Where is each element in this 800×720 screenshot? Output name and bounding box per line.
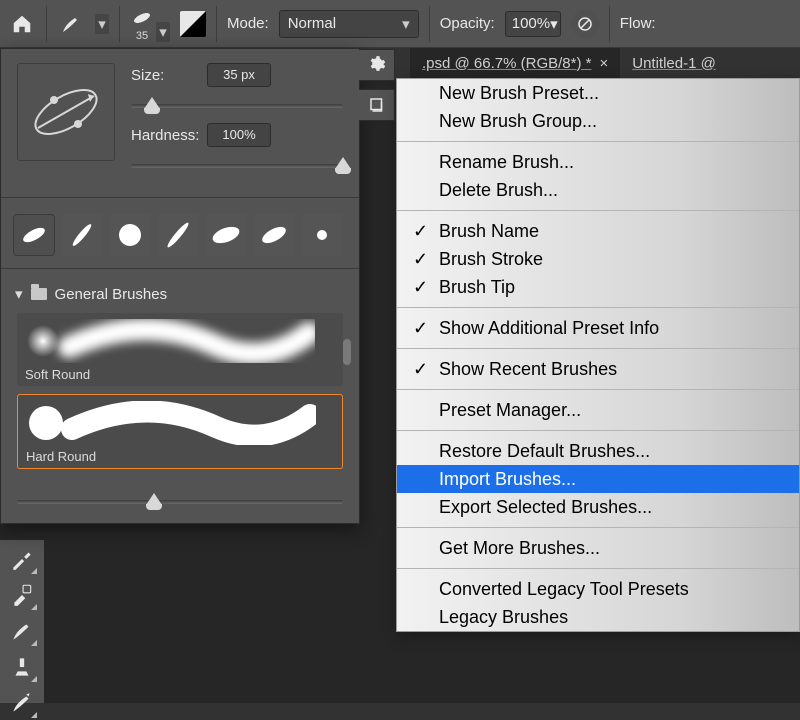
menu-item[interactable]: Rename Brush... bbox=[397, 148, 799, 176]
tool-preset-picker[interactable] bbox=[57, 10, 85, 38]
chevron-down-icon: ▾ bbox=[550, 15, 558, 33]
recent-brush[interactable] bbox=[205, 214, 247, 256]
chevron-down-icon: ▾ bbox=[402, 15, 410, 33]
brush-preset-picker[interactable]: 35 ▾ bbox=[130, 6, 170, 42]
brush-size-indicator: 35 bbox=[136, 30, 148, 42]
chevron-down-icon[interactable]: ▾ bbox=[156, 22, 170, 42]
folder-icon bbox=[31, 288, 47, 300]
brush-group-header[interactable]: ▾ General Brushes bbox=[1, 279, 359, 307]
hardness-field[interactable]: 100% bbox=[207, 123, 271, 147]
menu-item[interactable]: Export Selected Brushes... bbox=[397, 493, 799, 521]
flow-label: Flow: bbox=[620, 15, 656, 32]
menu-item[interactable]: Preset Manager... bbox=[397, 396, 799, 424]
tool-strip bbox=[0, 540, 44, 703]
eyedropper-tool-icon[interactable] bbox=[9, 546, 35, 572]
brush-preset-hard-round[interactable]: Hard Round bbox=[17, 394, 343, 469]
recent-brush[interactable] bbox=[157, 214, 199, 256]
healing-brush-tool-icon[interactable] bbox=[9, 582, 35, 608]
size-field[interactable]: 35 px bbox=[207, 63, 271, 87]
document-tab-name: Untitled-1 @ bbox=[632, 55, 716, 72]
mode-label: Mode: bbox=[227, 15, 269, 32]
new-preset-button[interactable] bbox=[359, 89, 395, 121]
menu-item[interactable]: Legacy Brushes bbox=[397, 603, 799, 631]
menu-item[interactable]: Import Brushes... bbox=[397, 465, 799, 493]
recent-brush[interactable] bbox=[253, 214, 295, 256]
divider bbox=[429, 6, 430, 42]
recent-brush[interactable] bbox=[13, 214, 55, 256]
brush-tool-icon[interactable] bbox=[9, 618, 35, 644]
panel-menu-button[interactable] bbox=[359, 49, 395, 81]
hardness-slider[interactable] bbox=[131, 157, 343, 175]
divider bbox=[119, 6, 120, 42]
menu-separator bbox=[397, 430, 799, 431]
brush-group-name: General Brushes bbox=[55, 286, 168, 303]
menu-item[interactable]: Show Recent Brushes bbox=[397, 355, 799, 383]
menu-item[interactable]: Brush Name bbox=[397, 217, 799, 245]
menu-separator bbox=[397, 527, 799, 528]
opacity-field[interactable]: 100% ▾ bbox=[505, 11, 561, 37]
menu-separator bbox=[397, 210, 799, 211]
menu-item[interactable]: Converted Legacy Tool Presets bbox=[397, 575, 799, 603]
brush-angle-control[interactable] bbox=[17, 63, 115, 161]
chevron-down-icon: ▾ bbox=[15, 285, 23, 303]
menu-item[interactable]: Show Additional Preset Info bbox=[397, 314, 799, 342]
menu-separator bbox=[397, 141, 799, 142]
menu-item[interactable]: Delete Brush... bbox=[397, 176, 799, 204]
menu-separator bbox=[397, 307, 799, 308]
mode-select[interactable]: Normal ▾ bbox=[279, 10, 419, 38]
recent-brushes-row bbox=[1, 208, 359, 264]
close-icon[interactable]: × bbox=[599, 55, 608, 72]
brush-preset-label: Soft Round bbox=[25, 367, 335, 382]
hardness-label: Hardness: bbox=[131, 127, 207, 144]
options-bar: ▾ 35 ▾ Mode: Normal ▾ Opacity: 100% ▾ Fl… bbox=[0, 0, 800, 48]
divider bbox=[609, 6, 610, 42]
brush-tip-icon bbox=[126, 2, 158, 34]
document-tab[interactable]: Untitled-1 @ bbox=[620, 48, 728, 78]
brush-preset-soft-round[interactable]: Soft Round bbox=[17, 313, 343, 386]
menu-item[interactable]: Brush Tip bbox=[397, 273, 799, 301]
chevron-down-icon[interactable]: ▾ bbox=[95, 14, 109, 34]
document-tab[interactable]: .psd @ 66.7% (RGB/8*) * × bbox=[410, 48, 620, 78]
pressure-opacity-icon[interactable] bbox=[571, 10, 599, 38]
recent-brush[interactable] bbox=[109, 214, 151, 256]
opacity-label: Opacity: bbox=[440, 15, 495, 32]
menu-item[interactable]: Brush Stroke bbox=[397, 245, 799, 273]
divider bbox=[216, 6, 217, 42]
menu-separator bbox=[397, 348, 799, 349]
scrollbar-thumb[interactable] bbox=[343, 339, 351, 365]
brush-panel-context-menu: New Brush Preset...New Brush Group... Ren… bbox=[396, 78, 800, 632]
brush-preset-label: Hard Round bbox=[26, 449, 334, 464]
mode-value: Normal bbox=[288, 15, 336, 32]
size-slider[interactable] bbox=[131, 97, 343, 115]
recent-brush[interactable] bbox=[61, 214, 103, 256]
menu-item[interactable]: New Brush Group... bbox=[397, 107, 799, 135]
opacity-value: 100% bbox=[512, 15, 550, 32]
menu-item[interactable]: Get More Brushes... bbox=[397, 534, 799, 562]
home-icon[interactable] bbox=[8, 10, 36, 38]
brush-preset-panel: Size: 35 px Hardness: 100% ▾ General B bbox=[0, 48, 360, 524]
clone-stamp-tool-icon[interactable] bbox=[9, 654, 35, 680]
menu-separator bbox=[397, 568, 799, 569]
menu-item[interactable]: Restore Default Brushes... bbox=[397, 437, 799, 465]
preview-size-slider[interactable] bbox=[17, 493, 343, 511]
menu-item[interactable]: New Brush Preset... bbox=[397, 79, 799, 107]
brush-settings-toggle-icon[interactable] bbox=[180, 11, 206, 37]
menu-separator bbox=[397, 389, 799, 390]
history-brush-tool-icon[interactable] bbox=[9, 690, 35, 716]
size-label: Size: bbox=[131, 67, 207, 84]
document-tab-name: .psd @ 66.7% (RGB/8*) * bbox=[422, 55, 591, 72]
divider bbox=[46, 6, 47, 42]
recent-brush[interactable] bbox=[301, 214, 343, 256]
